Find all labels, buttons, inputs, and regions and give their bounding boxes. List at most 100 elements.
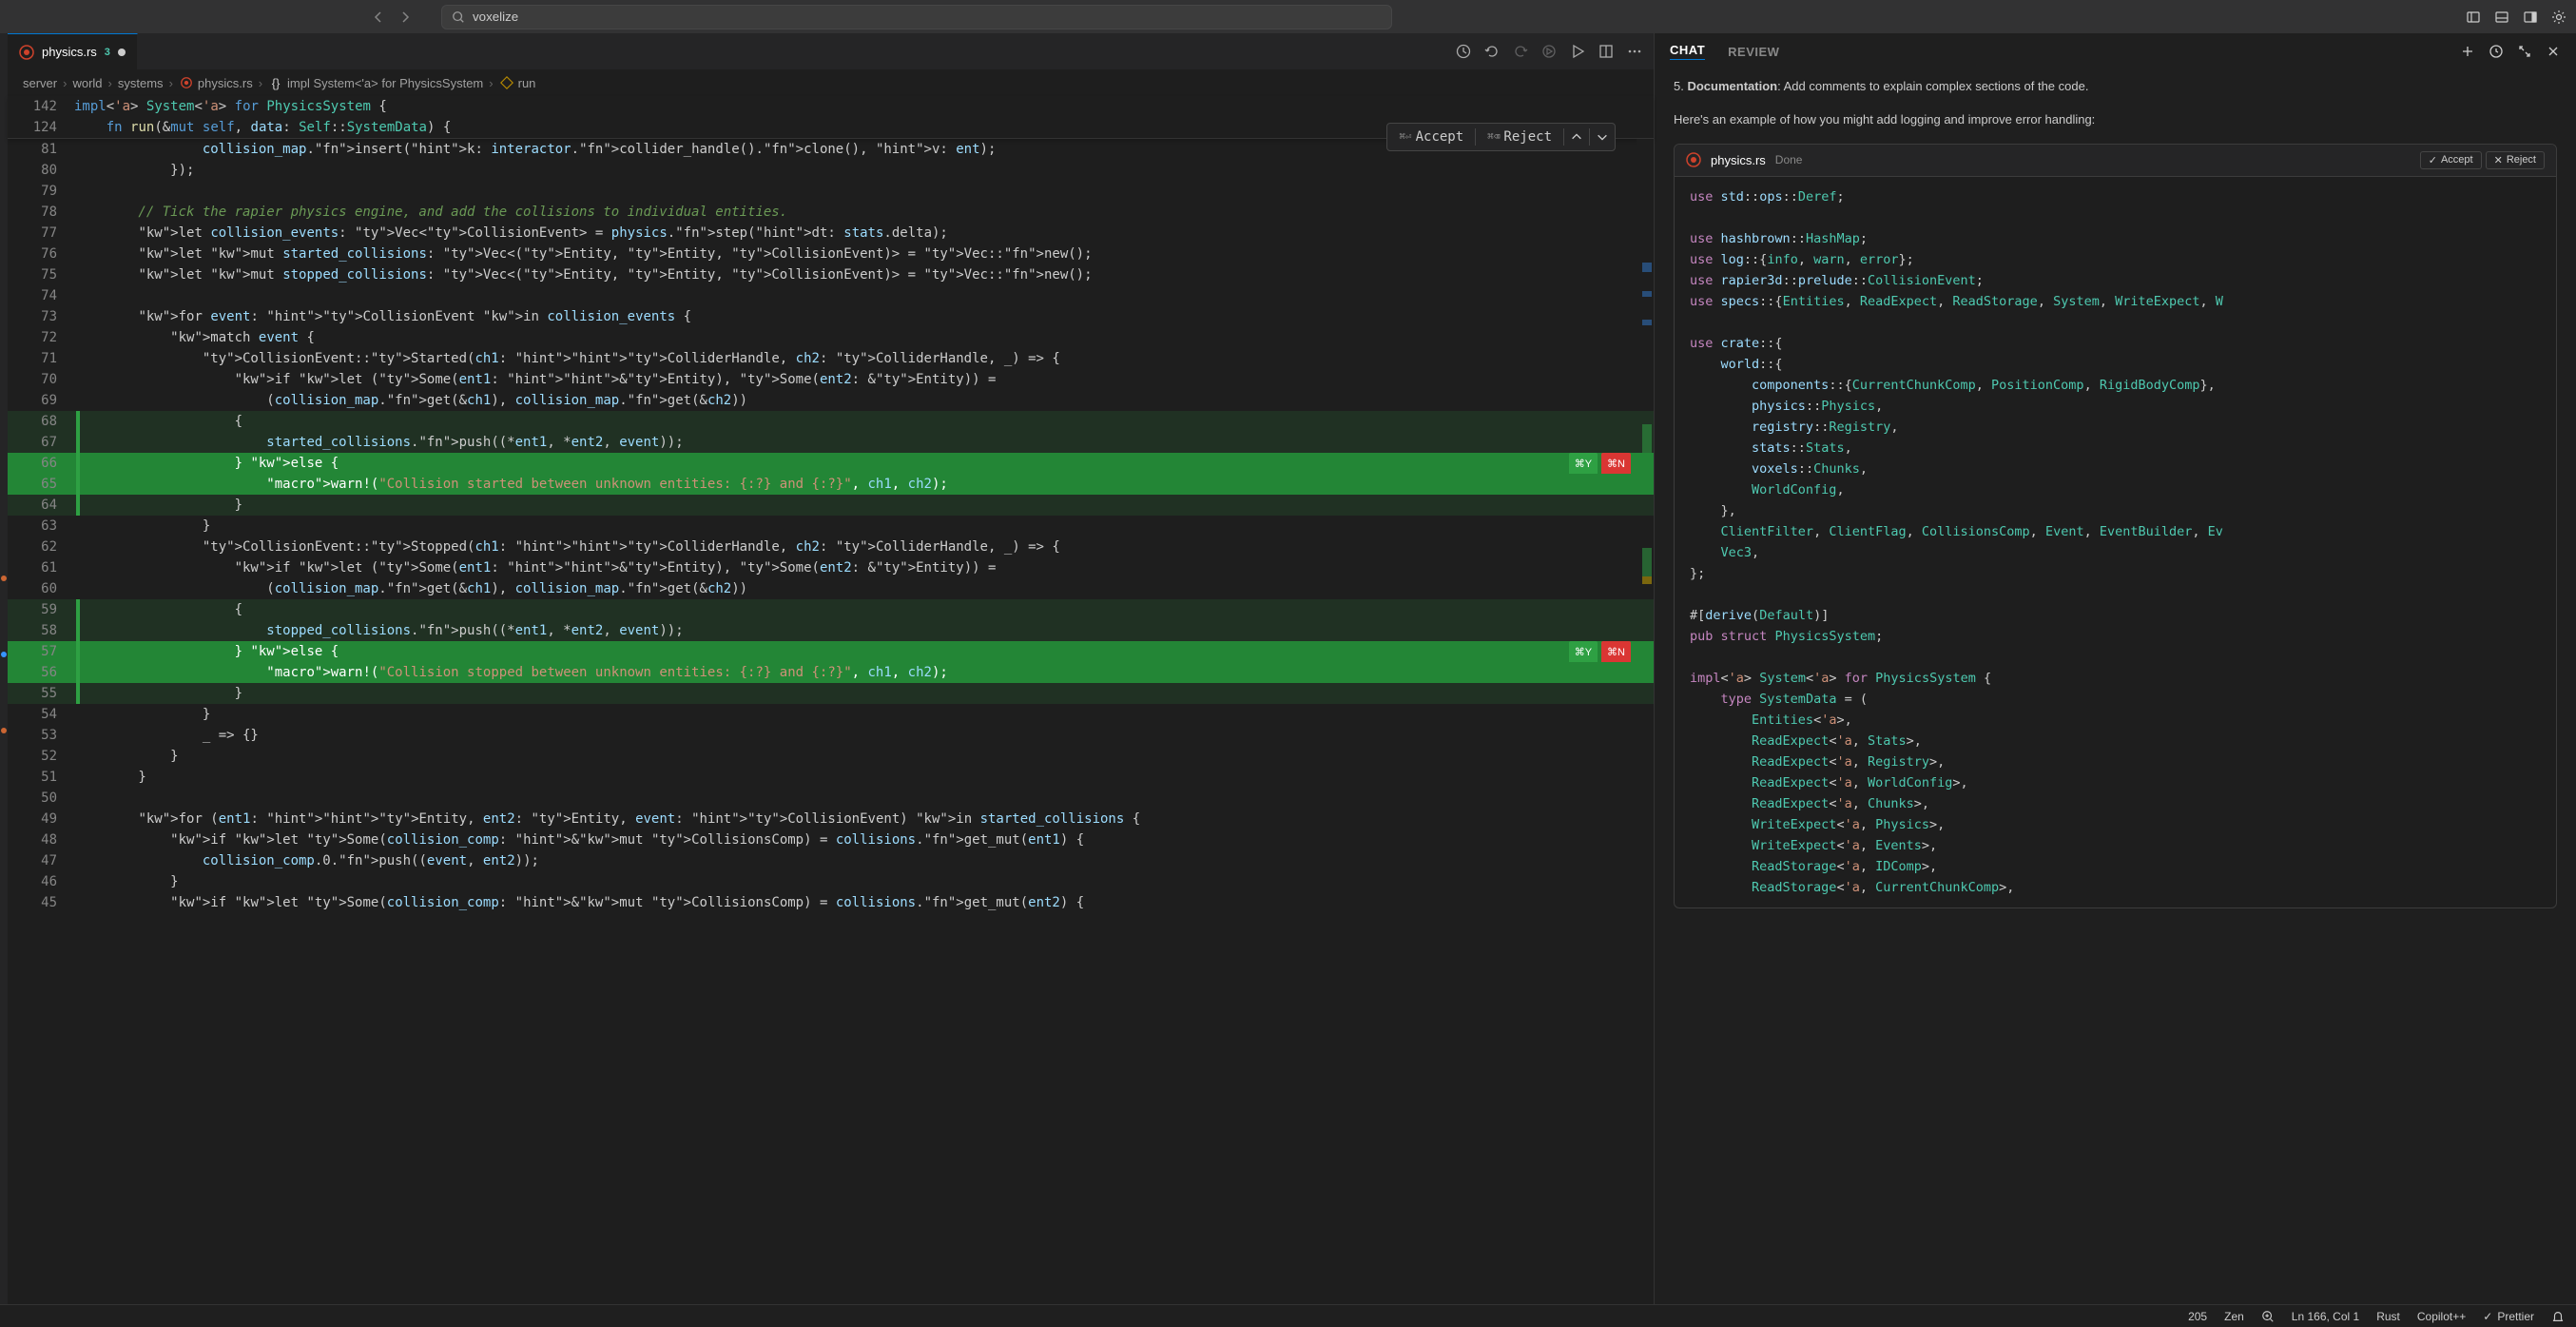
- code-line[interactable]: 70 "kw">if "kw">let ("ty">Some(ent1: "hi…: [8, 369, 1654, 390]
- code-line[interactable]: 68 {: [8, 411, 1654, 432]
- inline-reject-button[interactable]: ⌘N: [1601, 641, 1631, 664]
- line-number: 80: [8, 160, 74, 181]
- shortcut-label: ⌘⏎: [1399, 127, 1411, 147]
- line-content: stopped_collisions."fn">push((*ent1, *en…: [74, 620, 1654, 641]
- code-line[interactable]: 48 "kw">if "kw">let "ty">Some(collision_…: [8, 829, 1654, 850]
- code-line[interactable]: 69 (collision_map."fn">get(&ch1), collis…: [8, 390, 1654, 411]
- code-line[interactable]: 61 "kw">if "kw">let ("ty">Some(ent1: "hi…: [8, 557, 1654, 578]
- code-line[interactable]: 66 } "kw">else {⌘Y⌘N: [8, 453, 1654, 474]
- close-icon[interactable]: [2546, 44, 2561, 59]
- search-input[interactable]: [473, 10, 1382, 24]
- code-line[interactable]: 57 } "kw">else {⌘Y⌘N: [8, 641, 1654, 662]
- prev-diff-button[interactable]: [1564, 130, 1589, 144]
- status-zoom-icon[interactable]: [2261, 1310, 2275, 1323]
- line-number: 59: [8, 599, 74, 620]
- code-line[interactable]: 67 started_collisions."fn">push((*ent1, …: [8, 432, 1654, 453]
- code-line[interactable]: 75 "kw">let "kw">mut stopped_collisions:…: [8, 264, 1654, 285]
- settings-gear-icon[interactable]: [2551, 10, 2566, 25]
- code-line[interactable]: 71 "ty">CollisionEvent::"ty">Started(ch1…: [8, 348, 1654, 369]
- crumb[interactable]: impl System<'a> for PhysicsSystem: [287, 76, 483, 90]
- code-line[interactable]: 73 "kw">for event: "hint">"ty">Collision…: [8, 306, 1654, 327]
- crumb[interactable]: systems: [118, 76, 164, 90]
- code-line[interactable]: 46 }: [8, 871, 1654, 892]
- code-line[interactable]: 58 stopped_collisions."fn">push((*ent1, …: [8, 620, 1654, 641]
- notifications-icon[interactable]: [2551, 1310, 2565, 1323]
- chat-history-icon[interactable]: [2489, 44, 2504, 59]
- nav-forward-icon[interactable]: [397, 10, 413, 25]
- status-diagnostics[interactable]: 205: [2188, 1310, 2207, 1323]
- code-line[interactable]: 47 collision_comp.0."fn">push((event, en…: [8, 850, 1654, 871]
- status-cursor-position[interactable]: Ln 166, Col 1: [2292, 1310, 2359, 1323]
- code-line[interactable]: 55 }: [8, 683, 1654, 704]
- code-line[interactable]: 72 "kw">match event {: [8, 327, 1654, 348]
- code-line[interactable]: 65 "macro">warn!("Collision started betw…: [8, 474, 1654, 495]
- code-line[interactable]: 56 "macro">warn!("Collision stopped betw…: [8, 662, 1654, 683]
- code-line[interactable]: 78 // Tick the rapier physics engine, an…: [8, 202, 1654, 223]
- chat-message-line: Here's an example of how you might add l…: [1674, 110, 2557, 130]
- status-language[interactable]: Rust: [2376, 1310, 2400, 1323]
- line-content: "kw">for event: "hint">"ty">CollisionEve…: [74, 306, 1654, 327]
- accept-suggestion-button[interactable]: ✓ Accept: [2420, 151, 2482, 169]
- crumb[interactable]: run: [518, 76, 536, 90]
- tab-review[interactable]: REVIEW: [1728, 45, 1779, 59]
- line-number: 49: [8, 809, 74, 829]
- status-copilot[interactable]: Copilot++: [2417, 1310, 2466, 1323]
- split-editor-icon[interactable]: [1598, 44, 1614, 59]
- inline-accept-button[interactable]: ⌘Y: [1569, 641, 1598, 664]
- layout-panel-icon[interactable]: [2494, 10, 2509, 25]
- code-line[interactable]: 77 "kw">let collision_events: "ty">Vec<"…: [8, 223, 1654, 244]
- diff-gutter-marker: [76, 432, 80, 453]
- status-prettier[interactable]: ✓ Prettier: [2483, 1310, 2534, 1323]
- code-editor[interactable]: 81 collision_map."fn">insert("hint">k: i…: [8, 139, 1654, 1304]
- undo-icon[interactable]: [1484, 44, 1500, 59]
- new-chat-icon[interactable]: [2460, 44, 2475, 59]
- code-line[interactable]: 52 }: [8, 746, 1654, 767]
- layout-sidebar-right-icon[interactable]: [2523, 10, 2538, 25]
- command-center-search[interactable]: [441, 5, 1392, 29]
- inline-reject-button[interactable]: ⌘N: [1601, 453, 1631, 476]
- breadcrumb[interactable]: server› world› systems› physics.rs› {} i…: [8, 69, 1654, 96]
- code-line[interactable]: 50: [8, 788, 1654, 809]
- code-line[interactable]: 59 {: [8, 599, 1654, 620]
- run-play-icon[interactable]: [1570, 44, 1585, 59]
- next-diff-button[interactable]: [1590, 130, 1615, 144]
- expand-icon[interactable]: [2517, 44, 2532, 59]
- history-icon[interactable]: [1456, 44, 1471, 59]
- chat-tab-bar: CHAT REVIEW: [1655, 33, 2576, 69]
- layout-sidebar-left-icon[interactable]: [2466, 10, 2481, 25]
- code-line[interactable]: 51 }: [8, 767, 1654, 788]
- crumb[interactable]: server: [23, 76, 57, 90]
- accept-all-button[interactable]: ⌘⏎ Accept: [1387, 124, 1475, 150]
- code-line[interactable]: 63 }: [8, 516, 1654, 537]
- sticky-scroll-header[interactable]: 142 impl<'a> System<'a> for PhysicsSyste…: [8, 96, 1654, 139]
- tab-physics-rs[interactable]: physics.rs 3: [8, 33, 138, 69]
- chevron-right-icon: ›: [489, 76, 493, 90]
- line-content: "kw">if "kw">let ("ty">Some(ent1: "hint"…: [74, 369, 1654, 390]
- code-line[interactable]: 74: [8, 285, 1654, 306]
- code-card-body[interactable]: use std::ops::Deref; use hashbrown::Hash…: [1675, 177, 2556, 907]
- crumb[interactable]: world: [72, 76, 102, 90]
- nav-back-icon[interactable]: [371, 10, 386, 25]
- crumb[interactable]: physics.rs: [198, 76, 253, 90]
- code-line[interactable]: 64 }: [8, 495, 1654, 516]
- inline-accept-button[interactable]: ⌘Y: [1569, 453, 1598, 476]
- code-line[interactable]: 60 (collision_map."fn">get(&ch1), collis…: [8, 578, 1654, 599]
- reject-suggestion-button[interactable]: ✕ Reject: [2486, 151, 2545, 169]
- line-number: 50: [8, 788, 74, 809]
- status-zen[interactable]: Zen: [2224, 1310, 2244, 1323]
- code-line[interactable]: 53 _ => {}: [8, 725, 1654, 746]
- code-line[interactable]: 62 "ty">CollisionEvent::"ty">Stopped(ch1…: [8, 537, 1654, 557]
- code-line[interactable]: 54 }: [8, 704, 1654, 725]
- code-line[interactable]: 76 "kw">let "kw">mut started_collisions:…: [8, 244, 1654, 264]
- code-line[interactable]: 45 "kw">if "kw">let "ty">Some(collision_…: [8, 892, 1654, 913]
- code-line[interactable]: 49 "kw">for (ent1: "hint">"hint">"ty">En…: [8, 809, 1654, 829]
- code-line[interactable]: 79: [8, 181, 1654, 202]
- reject-label: Reject: [1503, 127, 1552, 147]
- more-actions-icon[interactable]: [1627, 44, 1642, 59]
- reject-all-button[interactable]: ⌘⌫ Reject: [1476, 124, 1563, 150]
- redo-icon[interactable]: [1513, 44, 1528, 59]
- tab-chat[interactable]: CHAT: [1670, 43, 1705, 60]
- line-number: 70: [8, 369, 74, 390]
- code-line[interactable]: 80 });: [8, 160, 1654, 181]
- step-icon[interactable]: [1541, 44, 1557, 59]
